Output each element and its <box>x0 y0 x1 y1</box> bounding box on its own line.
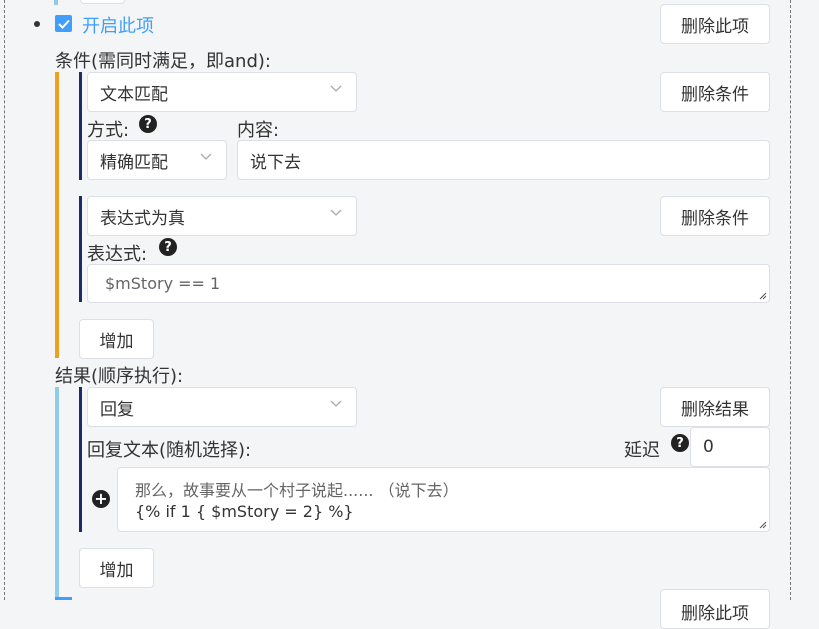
chevron-down-icon <box>330 209 342 216</box>
delete-result-1-button[interactable]: 删除结果 <box>660 387 770 427</box>
resize-handle-icon[interactable] <box>759 521 767 529</box>
condition-1-mode-value: 精确匹配 <box>100 152 168 173</box>
enable-label[interactable]: 开启此项 <box>82 12 154 38</box>
reply-line-1: 那么，故事要从一个村子说起...... （说下去） <box>135 481 459 500</box>
result-1-type-select[interactable]: 回复 <box>87 387 357 427</box>
delete-condition-1-button[interactable]: 删除条件 <box>660 72 770 112</box>
condition-1-bar <box>79 72 82 180</box>
condition-2-type-value: 表达式为真 <box>100 208 185 229</box>
result-1-delay-label: 延迟 <box>624 440 660 461</box>
add-condition-button[interactable]: 增加 <box>79 319 154 359</box>
results-header: 结果(顺序执行): <box>55 366 184 387</box>
chevron-down-icon <box>330 85 342 92</box>
condition-2-expr-textarea[interactable]: $mStory == 1 <box>87 264 770 303</box>
result-1-type-value: 回复 <box>100 399 134 420</box>
result-1-bar <box>79 387 82 532</box>
add-reply-icon[interactable]: + <box>92 490 110 508</box>
delete-condition-2-button[interactable]: 删除条件 <box>660 196 770 236</box>
chevron-down-icon <box>200 153 212 160</box>
resize-handle-icon[interactable] <box>759 292 767 300</box>
condition-1-content-input[interactable]: 说下去 <box>237 140 770 180</box>
condition-1-content-label: 内容: <box>237 120 280 141</box>
condition-2-type-select[interactable]: 表达式为真 <box>87 196 357 236</box>
conditions-bar <box>55 72 59 358</box>
condition-1-type-value: 文本匹配 <box>100 84 168 105</box>
help-icon[interactable]: ? <box>139 115 157 133</box>
condition-2-expr-value: $mStory == 1 <box>105 274 221 293</box>
condition-1-mode-label: 方式: <box>87 120 130 141</box>
help-icon[interactable]: ? <box>159 238 177 256</box>
result-1-delay-input[interactable]: 0 <box>690 427 770 467</box>
enable-checkbox[interactable] <box>55 15 72 32</box>
result-1-reply-label: 回复文本(随机选择): <box>87 440 252 461</box>
item-container-right-border <box>790 0 791 600</box>
results-bar <box>55 387 59 600</box>
result-1-delay-value: 0 <box>703 437 714 457</box>
condition-2-bar <box>79 196 82 302</box>
item-container-left-border <box>4 0 5 600</box>
delete-item-button[interactable]: 删除此项 <box>660 4 770 44</box>
condition-1-mode-select[interactable]: 精确匹配 <box>87 140 227 180</box>
chevron-down-icon <box>330 400 342 407</box>
previous-add-button[interactable] <box>80 0 125 4</box>
add-result-button[interactable]: 增加 <box>79 548 154 588</box>
check-icon <box>57 19 70 29</box>
condition-1-type-select[interactable]: 文本匹配 <box>87 72 357 112</box>
condition-1-content-value: 说下去 <box>250 152 301 173</box>
condition-2-expr-label: 表达式: <box>87 244 148 265</box>
previous-item-bar <box>54 0 58 5</box>
result-1-reply-textarea[interactable]: 那么，故事要从一个村子说起...... （说下去） {% if 1 { $mSt… <box>117 467 770 532</box>
conditions-header: 条件(需同时满足，即and): <box>55 51 271 72</box>
list-bullet <box>34 21 40 27</box>
next-delete-item-button[interactable]: 删除此项 <box>660 589 770 629</box>
help-icon[interactable]: ? <box>671 434 689 452</box>
reply-line-2: {% if 1 { $mStory = 2} %} <box>135 502 354 521</box>
